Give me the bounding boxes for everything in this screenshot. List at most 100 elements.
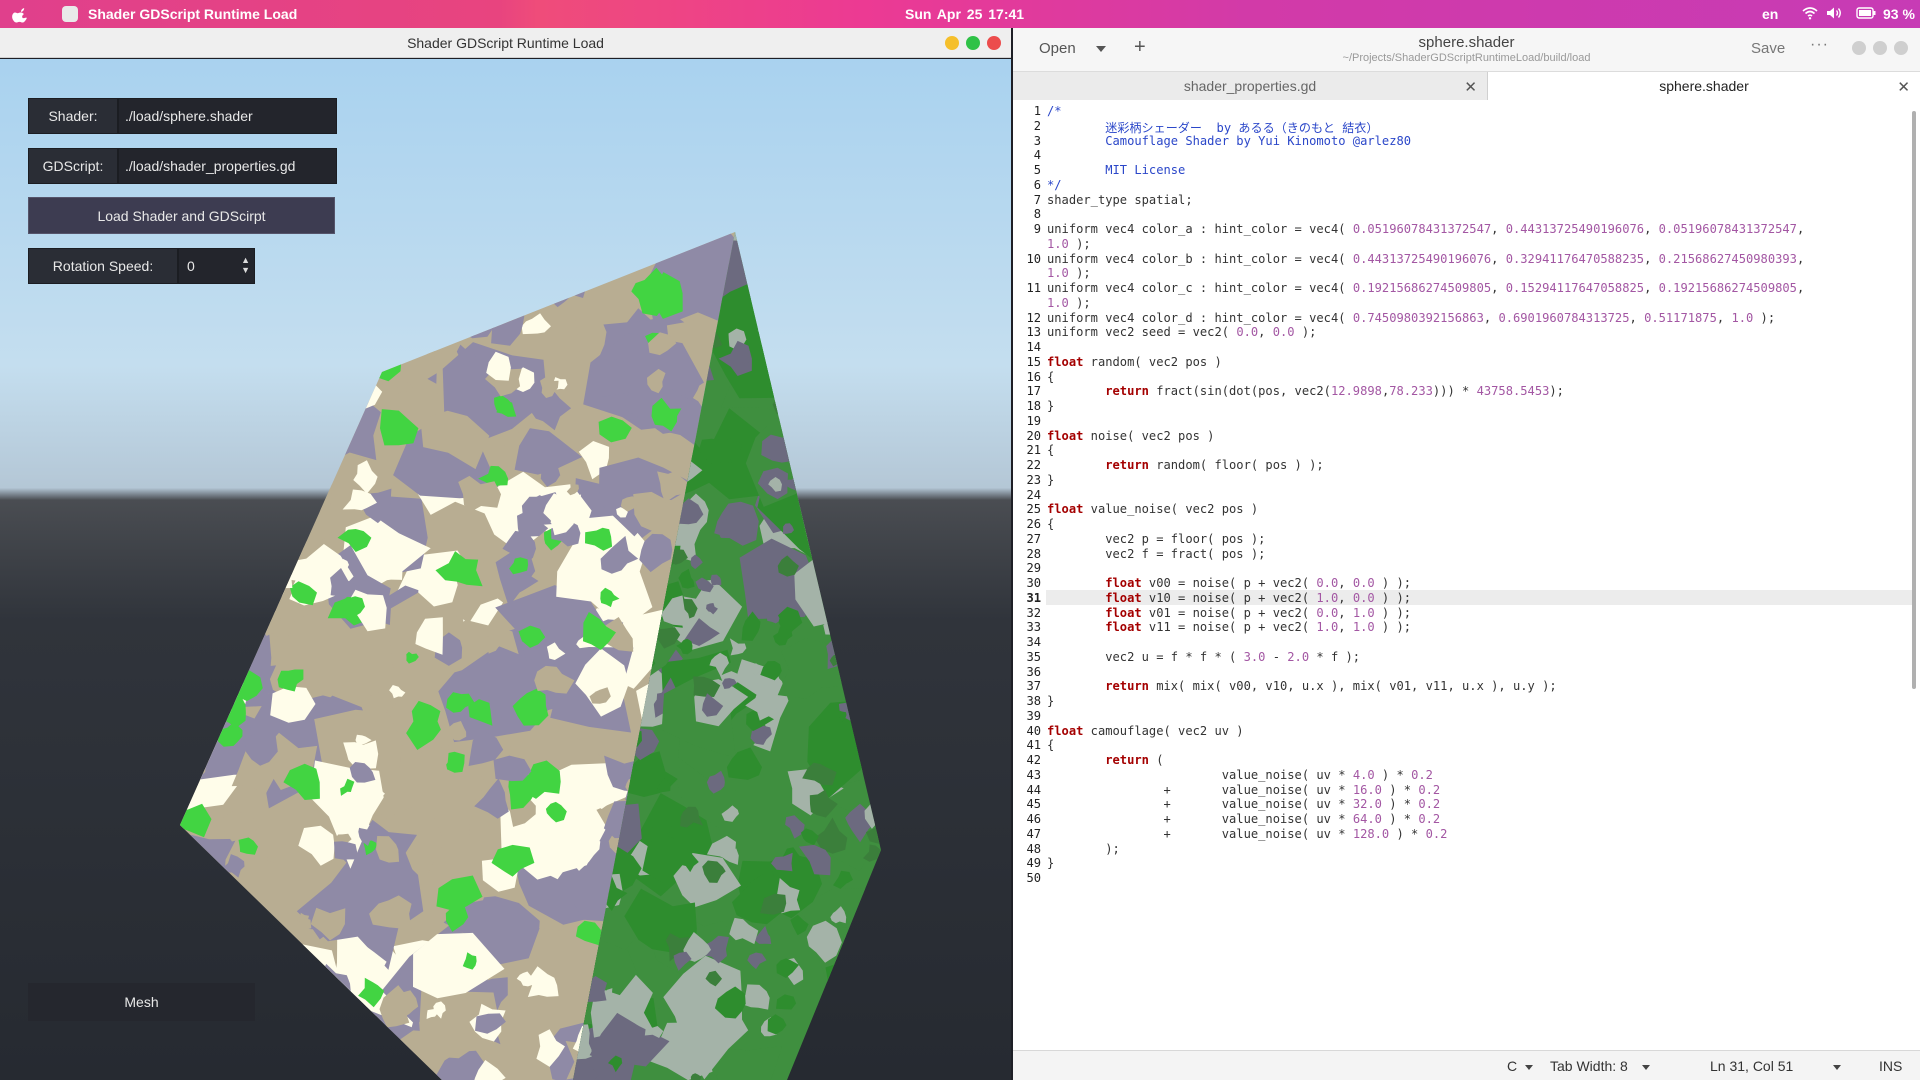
line-number: 28 <box>1026 546 1041 561</box>
line-number: 23 <box>1026 472 1041 487</box>
camo-blob <box>823 610 857 639</box>
camo-blob <box>189 876 246 951</box>
camo-blob <box>388 267 424 295</box>
camo-blob <box>881 513 892 524</box>
code-line: { <box>1047 517 1055 531</box>
wifi-icon[interactable] <box>1802 6 1818 20</box>
code-line: float noise( vec2 pos ) <box>1047 428 1215 443</box>
camo-blob <box>285 390 320 433</box>
line-number: 45 <box>1026 797 1041 812</box>
editor-maximize-button[interactable] <box>1873 41 1887 55</box>
code-view[interactable]: 1/* 2 迷彩柄シェーダー by あるる（きのもと 結衣） 3 Camouflag… <box>1013 101 1920 1050</box>
language-dropdown-icon[interactable] <box>1525 1065 1533 1070</box>
mesh-button[interactable]: Mesh <box>28 983 255 1021</box>
camo-blob <box>275 565 293 589</box>
close-button[interactable] <box>987 36 1001 50</box>
editor-close-button[interactable] <box>1894 41 1908 55</box>
camo-blob <box>180 877 262 994</box>
camo-blob <box>839 970 881 1039</box>
camo-blob <box>334 841 358 860</box>
tab-width-selector[interactable]: Tab Width: 8 <box>1550 1058 1628 1074</box>
tab-shader-properties[interactable]: shader_properties.gd ✕ <box>1013 72 1488 100</box>
line-number: 10 <box>1026 251 1041 266</box>
camo-blob <box>881 709 898 728</box>
window-titlebar[interactable]: Shader GDScript Runtime Load <box>0 28 1011 58</box>
rotation-speed-spinbox[interactable]: 0 ▲ ▼ <box>178 248 255 284</box>
vertical-scrollbar[interactable] <box>1912 111 1916 689</box>
camo-blob <box>253 421 287 455</box>
3d-viewport[interactable]: Shader: ./load/sphere.shader GDScript: .… <box>0 59 1011 1080</box>
tab-sphere-shader[interactable]: sphere.shader ✕ <box>1488 72 1920 100</box>
camo-blob <box>862 328 879 348</box>
code-line: 1.0 ); <box>1047 295 1091 310</box>
editor-minimize-button[interactable] <box>1852 41 1866 55</box>
code-line: + value_noise( uv * 16.0 ) * 0.2 <box>1047 782 1441 797</box>
code-line: uniform vec4 color_d : hint_color = vec4… <box>1047 310 1776 325</box>
camo-blob <box>248 440 287 488</box>
close-tab-icon[interactable]: ✕ <box>1897 78 1910 96</box>
line-number: 36 <box>1026 664 1041 679</box>
camo-blob <box>789 347 802 364</box>
minimize-button[interactable] <box>945 36 959 50</box>
battery-icon[interactable] <box>1856 6 1876 20</box>
camo-blob <box>494 252 520 290</box>
save-button[interactable]: Save <box>1751 40 1785 57</box>
camo-blob <box>631 232 649 243</box>
active-app-name[interactable]: Shader GDScript Runtime Load <box>88 6 297 22</box>
editor-headerbar[interactable]: Open + sphere.shader ~/Projects/ShaderGD… <box>1013 28 1920 72</box>
camo-blob <box>180 822 186 850</box>
camo-blob <box>394 1063 416 1080</box>
camo-blob <box>223 533 252 572</box>
apple-menu-icon[interactable] <box>12 5 30 23</box>
code-line: { <box>1047 369 1055 384</box>
keyboard-language[interactable]: en <box>1762 6 1778 22</box>
camo-blob <box>180 459 198 533</box>
gdscript-path-input[interactable]: ./load/shader_properties.gd <box>118 148 337 184</box>
text-editor-window: Open + sphere.shader ~/Projects/ShaderGD… <box>1013 28 1920 1080</box>
camo-blob <box>775 232 827 272</box>
camo-blob <box>844 384 880 417</box>
more-menu-icon[interactable]: ··· <box>1810 36 1829 54</box>
load-shader-button[interactable]: Load Shader and GDScirpt <box>28 197 335 234</box>
close-tab-icon[interactable]: ✕ <box>1464 78 1477 96</box>
camo-blob <box>858 672 881 693</box>
line-number: 24 <box>1026 487 1041 502</box>
camo-blob <box>831 994 856 1027</box>
camo-blob <box>358 232 372 241</box>
camo-blob <box>508 232 543 273</box>
shader-path-input[interactable]: ./load/sphere.shader <box>118 98 337 134</box>
camo-blob <box>180 852 198 874</box>
camo-blob <box>180 568 204 623</box>
camo-blob <box>822 987 857 1021</box>
camo-blob <box>249 466 288 515</box>
camo-blob <box>193 369 230 407</box>
rotation-speed-value: 0 <box>187 258 195 274</box>
code-line: uniform vec2 seed = vec2( 0.0, 0.0 ); <box>1047 325 1317 340</box>
line-number: 49 <box>1026 856 1041 871</box>
camo-blob <box>373 298 413 335</box>
camo-blob <box>777 637 857 699</box>
code-line: float v01 = noise( p + vec2( 0.0, 1.0 ) … <box>1105 605 1412 620</box>
cursor-position-dropdown-icon[interactable] <box>1833 1065 1841 1070</box>
clock[interactable]: Sun Apr 25 17:41 <box>905 6 1024 22</box>
gdscript-row: GDScript: ./load/shader_properties.gd <box>28 148 337 184</box>
cursor-position[interactable]: Ln 31, Col 51 <box>1710 1058 1793 1074</box>
camo-blob <box>520 261 558 297</box>
line-number: 32 <box>1026 605 1041 620</box>
spinbox-arrows-icon[interactable]: ▲ ▼ <box>241 255 250 275</box>
maximize-button[interactable] <box>966 36 980 50</box>
camo-blob <box>299 396 318 419</box>
line-number: 33 <box>1026 620 1041 635</box>
camo-blob <box>180 607 208 657</box>
camo-blob <box>860 1035 881 1068</box>
tab-width-dropdown-icon[interactable] <box>1642 1065 1650 1070</box>
camo-blob <box>204 311 254 357</box>
camo-blob <box>856 495 870 512</box>
code-line: } <box>1047 694 1055 708</box>
camo-blob <box>824 234 881 302</box>
camo-blob <box>215 525 239 547</box>
camo-blob <box>784 258 799 276</box>
volume-icon[interactable] <box>1826 6 1842 20</box>
language-selector[interactable]: C <box>1507 1058 1517 1074</box>
line-number: 13 <box>1026 325 1041 340</box>
